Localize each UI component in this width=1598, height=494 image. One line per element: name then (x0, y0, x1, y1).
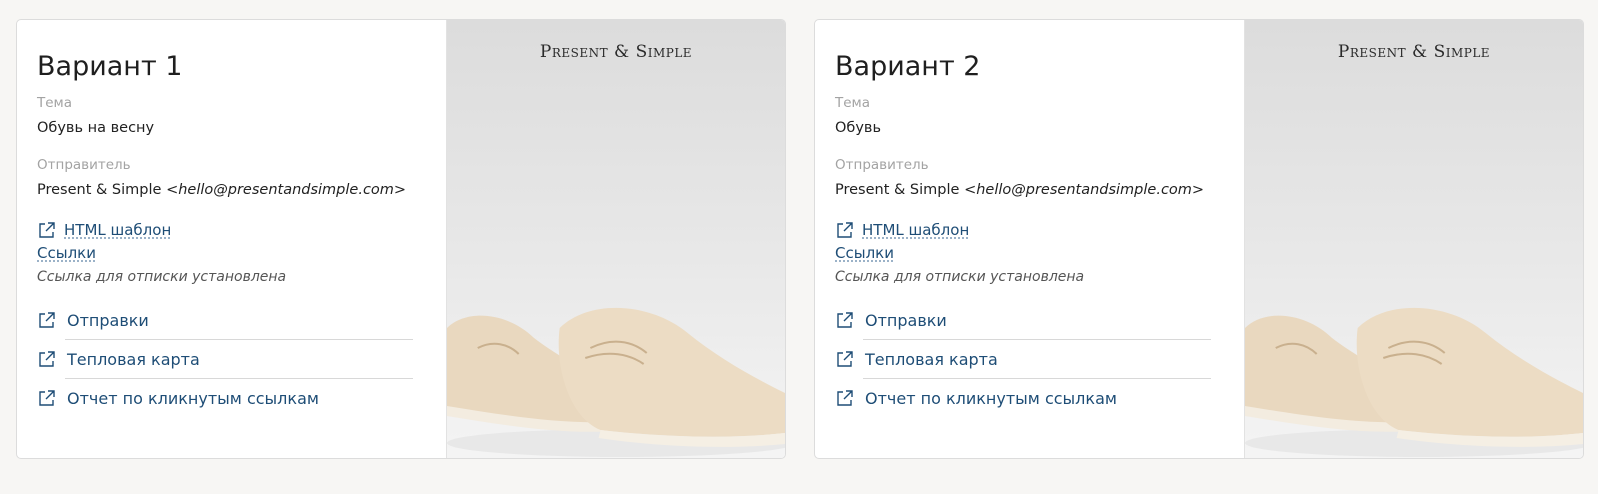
html-template-link[interactable]: HTML шаблон (835, 218, 1224, 242)
sender-name: Present & Simple (37, 182, 162, 198)
action-sends[interactable]: Отправки (835, 301, 1224, 339)
sender-value: Present & Simple <hello@presentandsimple… (37, 180, 426, 200)
html-template-label[interactable]: HTML шаблон (862, 221, 969, 239)
sender-value: Present & Simple <hello@presentandsimple… (835, 180, 1224, 200)
variant-card-1: Вариант 1 Тема Обувь на весну Отправител… (16, 19, 786, 459)
external-link-icon (837, 390, 853, 406)
variant-title: Вариант 2 (835, 51, 981, 82)
action-heatmap[interactable]: Тепловая карта (37, 340, 426, 378)
action-label[interactable]: Отчет по кликнутым ссылкам (67, 389, 319, 408)
unsubscribe-note: Ссылка для отписки установлена (835, 269, 1085, 285)
variant-title: Вариант 1 (37, 51, 183, 82)
email-preview[interactable]: Present & Simple (447, 20, 785, 458)
action-label[interactable]: Тепловая карта (67, 350, 200, 369)
email-preview[interactable]: Present & Simple (1245, 20, 1583, 458)
external-link-icon (837, 351, 853, 367)
external-link-icon (837, 222, 853, 238)
variant-info: Вариант 1 Тема Обувь на весну Отправител… (17, 20, 447, 458)
subject-label: Тема (835, 95, 871, 111)
subject-label: Тема (37, 95, 73, 111)
action-click-report[interactable]: Отчет по кликнутым ссылкам (37, 379, 426, 417)
external-link-icon (39, 312, 55, 328)
actions-list: Отправки Тепловая карта Отчет по кликнут… (37, 301, 426, 417)
sender-email: <hello@presentandsimple.com> (166, 182, 407, 198)
variant-card-2: Вариант 2 Тема Обувь Отправитель Present… (814, 19, 1584, 459)
brand-logo: Present & Simple (539, 42, 693, 62)
sender-name: Present & Simple (835, 182, 960, 198)
action-label[interactable]: Отчет по кликнутым ссылкам (865, 389, 1117, 408)
links-link[interactable]: Ссылки (37, 244, 96, 262)
html-template-label[interactable]: HTML шаблон (64, 221, 171, 239)
unsubscribe-note: Ссылка для отписки установлена (37, 269, 287, 285)
external-link-icon (39, 222, 55, 238)
sender-email: <hello@presentandsimple.com> (964, 182, 1205, 198)
action-sends[interactable]: Отправки (37, 301, 426, 339)
variant-info: Вариант 2 Тема Обувь Отправитель Present… (815, 20, 1245, 458)
shoes-image (1245, 307, 1583, 457)
external-link-icon (39, 390, 55, 406)
action-label[interactable]: Отправки (865, 311, 947, 330)
html-template-link[interactable]: HTML шаблон (37, 218, 426, 242)
sender-label: Отправитель (37, 157, 131, 173)
external-link-icon (837, 312, 853, 328)
action-click-report[interactable]: Отчет по кликнутым ссылкам (835, 379, 1224, 417)
action-heatmap[interactable]: Тепловая карта (835, 340, 1224, 378)
sender-label: Отправитель (835, 157, 929, 173)
shoes-image (447, 307, 785, 457)
brand-logo: Present & Simple (1337, 42, 1491, 62)
action-label[interactable]: Тепловая карта (865, 350, 998, 369)
variants-container: Вариант 1 Тема Обувь на весну Отправител… (16, 19, 1584, 459)
links-link[interactable]: Ссылки (835, 244, 894, 262)
subject-value: Обувь на весну (37, 120, 155, 136)
action-label[interactable]: Отправки (67, 311, 149, 330)
external-link-icon (39, 351, 55, 367)
actions-list: Отправки Тепловая карта Отчет по кликнут… (835, 301, 1224, 417)
subject-value: Обувь (835, 120, 882, 136)
